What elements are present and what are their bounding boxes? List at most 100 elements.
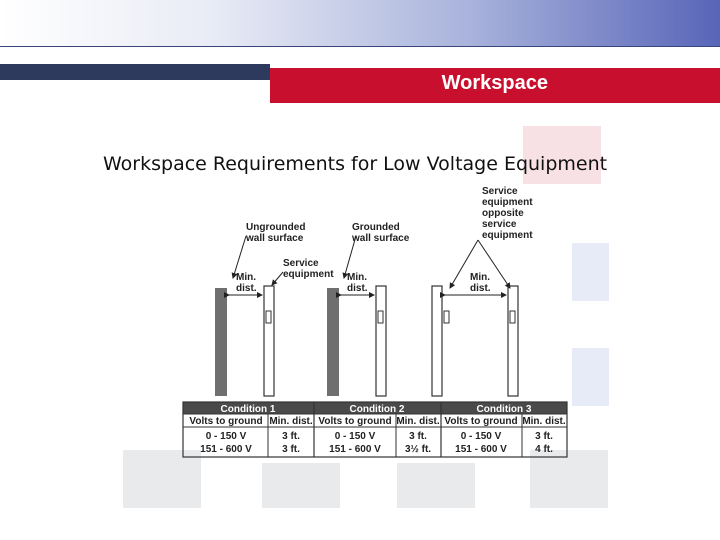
svg-text:Min.: Min. (236, 272, 256, 283)
svg-text:Condition 1: Condition 1 (221, 404, 276, 415)
svg-text:Ungrounded: Ungrounded (246, 222, 305, 233)
condition-3-drawing: Service equipment opposite service equip… (431, 186, 533, 397)
condition-1-header: Condition 1 (221, 404, 276, 415)
service-panel-1 (263, 285, 275, 397)
service-panel-3a (431, 285, 443, 397)
service-panel-2 (375, 285, 387, 397)
ungrounded-label-2: wall surface (245, 233, 304, 244)
ungrounded-label-1: Ungrounded (246, 222, 305, 233)
svg-text:Min.: Min. (470, 272, 490, 283)
svg-text:Volts to ground: Volts to ground (444, 416, 517, 427)
svg-text:0 - 150 V: 0 - 150 V (335, 431, 376, 442)
workspace-diagram: Ungrounded wall surface Service equipmen… (180, 184, 570, 460)
table-cell-r2-volts-1: 151 - 600 V (200, 444, 252, 455)
table-cell-r1-dist-3: 3 ft. (535, 431, 553, 442)
table-cell-r1-volts-2: 0 - 150 V (335, 431, 376, 442)
col-min-1: Min. dist. (269, 416, 313, 427)
col-min-2: Min. dist. (396, 416, 440, 427)
opposite-label-5: equipment (482, 230, 533, 241)
table-cell-r1-volts-1: 0 - 150 V (206, 431, 247, 442)
col-volts-1: Volts to ground (189, 416, 262, 427)
svg-text:opposite: opposite (482, 208, 524, 219)
table-cell-r2-volts-3: 151 - 600 V (455, 444, 507, 455)
svg-text:3 ft.: 3 ft. (409, 431, 427, 442)
panel-switch-3a (443, 310, 450, 324)
grounded-label-2: wall surface (351, 233, 410, 244)
svg-text:Service: Service (482, 186, 518, 197)
slide-heading: Workspace Requirements for Low Voltage E… (103, 153, 608, 175)
table-cell-r2-dist-3: 4 ft. (535, 444, 553, 455)
svg-text:dist.: dist. (236, 283, 257, 294)
svg-text:3½ ft.: 3½ ft. (405, 444, 431, 455)
svg-text:Service: Service (283, 258, 319, 269)
service-label-2: equipment (283, 269, 334, 280)
svg-text:151 - 600 V: 151 - 600 V (200, 444, 252, 455)
panel-switch-2 (377, 310, 384, 324)
opposite-label-1: Service (482, 186, 518, 197)
svg-text:Min. dist.: Min. dist. (269, 416, 313, 427)
service-panel-3b (507, 285, 519, 397)
svg-text:equipment: equipment (283, 269, 334, 280)
svg-text:Min. dist.: Min. dist. (396, 416, 440, 427)
panel-switch-3b (509, 310, 516, 324)
svg-text:3 ft.: 3 ft. (535, 431, 553, 442)
svg-text:3 ft.: 3 ft. (282, 431, 300, 442)
table-cell-r2-dist-1: 3 ft. (282, 444, 300, 455)
svg-text:3 ft.: 3 ft. (282, 444, 300, 455)
title-bar: Workspace (270, 66, 720, 103)
navy-accent-bar (0, 64, 270, 80)
deco-square-gray-3 (397, 463, 475, 508)
grounded-label-1: Grounded (352, 222, 400, 233)
ungrounded-wall (215, 288, 227, 396)
col-volts-2: Volts to ground (318, 416, 391, 427)
slide-title: Workspace (441, 72, 548, 94)
table-cell-r2-volts-2: 151 - 600 V (329, 444, 381, 455)
table-cell-r1-volts-3: 0 - 150 V (461, 431, 502, 442)
deco-square-blue-2 (572, 348, 609, 406)
svg-text:Min. dist.: Min. dist. (522, 416, 566, 427)
top-divider-line (0, 46, 720, 47)
deco-square-blue-1 (572, 243, 609, 301)
opposite-label-2: equipment (482, 197, 533, 208)
svg-text:service: service (482, 219, 517, 230)
table-cell-r1-dist-2: 3 ft. (409, 431, 427, 442)
panel-switch-1 (265, 310, 272, 324)
svg-text:Volts to ground: Volts to ground (318, 416, 391, 427)
col-volts-3: Volts to ground (444, 416, 517, 427)
col-min-3: Min. dist. (522, 416, 566, 427)
svg-text:Volts to ground: Volts to ground (189, 416, 262, 427)
svg-text:equipment: equipment (482, 230, 533, 241)
svg-text:dist.: dist. (347, 283, 368, 294)
min-dist-label-2b: dist. (347, 283, 368, 294)
svg-text:0 - 150 V: 0 - 150 V (461, 431, 502, 442)
svg-text:4 ft.: 4 ft. (535, 444, 553, 455)
table-cell-r1-dist-1: 3 ft. (282, 431, 300, 442)
svg-text:Condition 3: Condition 3 (477, 404, 532, 415)
min-dist-label-1a: Min. (236, 272, 256, 283)
min-dist-label-1b: dist. (236, 283, 257, 294)
svg-text:equipment: equipment (482, 197, 533, 208)
opposite-label-4: service (482, 219, 517, 230)
requirements-table: Condition 1 Condition 2 Condition 3 Volt… (182, 401, 568, 458)
svg-text:wall surface: wall surface (351, 233, 410, 244)
svg-text:151 - 600 V: 151 - 600 V (329, 444, 381, 455)
top-gradient-band (0, 0, 720, 46)
condition-2-header: Condition 2 (350, 404, 405, 415)
min-dist-label-3b: dist. (470, 283, 491, 294)
min-dist-label-3a: Min. (470, 272, 490, 283)
svg-text:Grounded: Grounded (352, 222, 400, 233)
condition-2-drawing: Grounded wall surface Min. dist. (327, 222, 410, 397)
min-dist-label-2a: Min. (347, 272, 367, 283)
svg-text:0 - 150 V: 0 - 150 V (206, 431, 247, 442)
table-cell-r2-dist-2: 3½ ft. (405, 444, 431, 455)
service-label-1: Service (283, 258, 319, 269)
condition-3-header: Condition 3 (477, 404, 532, 415)
svg-text:Condition 2: Condition 2 (350, 404, 405, 415)
condition-1-drawing: Ungrounded wall surface Service equipmen… (215, 222, 334, 397)
deco-square-gray-2 (262, 463, 340, 508)
svg-text:Min.: Min. (347, 272, 367, 283)
opposite-label-3: opposite (482, 208, 524, 219)
svg-text:151 - 600 V: 151 - 600 V (455, 444, 507, 455)
svg-text:dist.: dist. (470, 283, 491, 294)
grounded-wall (327, 288, 339, 396)
